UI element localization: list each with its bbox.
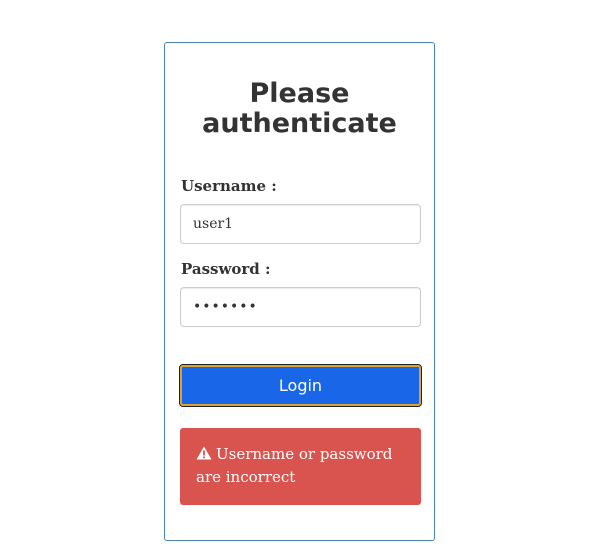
- username-label: Username :: [181, 177, 277, 195]
- error-alert: Username or password are incorrect: [180, 428, 421, 505]
- login-button[interactable]: Login: [179, 364, 422, 407]
- username-input[interactable]: [180, 204, 421, 244]
- password-label: Password :: [181, 260, 271, 278]
- error-message: Username or password are incorrect: [196, 445, 393, 486]
- login-card: Please authenticate Username : Password …: [164, 42, 435, 541]
- password-input[interactable]: [180, 287, 421, 327]
- page-title: Please authenticate: [202, 78, 397, 139]
- warning-icon: [196, 446, 212, 460]
